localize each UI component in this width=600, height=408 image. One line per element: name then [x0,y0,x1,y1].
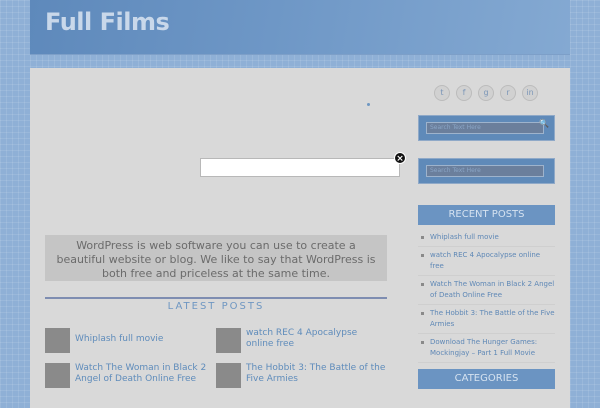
main-content: WordPress is web software you can use to… [30,68,570,408]
google-plus-icon[interactable]: g [478,85,494,101]
bullet-icon [421,283,424,286]
bullet-icon [421,254,424,257]
linkedin-icon[interactable]: in [522,85,538,101]
post-title[interactable]: Watch The Woman in Black 2 Angel of Deat… [75,363,215,385]
latest-posts-heading: LATEST POSTS [167,301,265,312]
latest-posts-divider [45,297,387,299]
post-thumbnail[interactable] [216,328,241,353]
popup-overlay[interactable] [200,158,400,177]
site-header: Full Films [30,0,570,55]
categories-heading: CATEGORIES [418,369,555,389]
search-widget-secondary: Search Text Here [418,158,555,184]
recent-posts-list: Whiplash full movie watch REC 4 Apocalyp… [418,232,555,366]
recent-post-item[interactable]: Whiplash full movie [418,232,555,247]
site-title[interactable]: Full Films [45,8,170,36]
recent-post-link[interactable]: The Hobbit 3: The Battle of the Five Arm… [430,309,555,328]
close-icon[interactable]: × [394,152,406,164]
recent-post-item[interactable]: Watch The Woman in Black 2 Angel of Deat… [418,279,555,305]
recent-post-link[interactable]: Whiplash full movie [430,233,499,241]
post-thumbnail[interactable] [45,363,70,388]
facebook-icon[interactable]: f [456,85,472,101]
post-title[interactable]: The Hobbit 3: The Battle of the Five Arm… [246,363,386,385]
latest-post-item[interactable]: watch REC 4 Apocalypse online free [216,328,386,358]
twitter-icon[interactable]: t [434,85,450,101]
recent-post-item[interactable]: watch REC 4 Apocalypse online free [418,250,555,276]
loading-dot [367,103,370,106]
post-title[interactable]: Whiplash full movie [75,334,215,345]
search-icon[interactable]: 🔍 [539,119,549,128]
recent-post-link[interactable]: watch REC 4 Apocalypse online free [430,251,540,270]
recent-post-link[interactable]: Watch The Woman in Black 2 Angel of Deat… [430,280,554,299]
bullet-icon [421,341,424,344]
recent-post-item[interactable]: Download The Hunger Games: Mockingjay – … [418,337,555,363]
recent-post-link[interactable]: Download The Hunger Games: Mockingjay – … [430,338,537,357]
search-input[interactable]: Search Text Here [426,122,544,134]
recent-post-item[interactable]: The Hobbit 3: The Battle of the Five Arm… [418,308,555,334]
rss-icon[interactable]: r [500,85,516,101]
latest-post-item[interactable]: Watch The Woman in Black 2 Angel of Deat… [45,363,215,393]
post-thumbnail[interactable] [45,328,70,353]
bullet-icon [421,312,424,315]
bullet-icon [421,236,424,239]
intro-text: WordPress is web software you can use to… [45,235,387,281]
post-title[interactable]: watch REC 4 Apocalypse online free [246,328,386,350]
latest-post-item[interactable]: Whiplash full movie [45,328,215,358]
recent-posts-heading: RECENT POSTS [418,205,555,225]
post-thumbnail[interactable] [216,363,241,388]
search-input[interactable]: Search Text Here [426,165,544,177]
latest-post-item[interactable]: The Hobbit 3: The Battle of the Five Arm… [216,363,386,393]
social-links: t f g r in [418,85,555,103]
search-widget: Search Text Here 🔍 [418,115,555,141]
